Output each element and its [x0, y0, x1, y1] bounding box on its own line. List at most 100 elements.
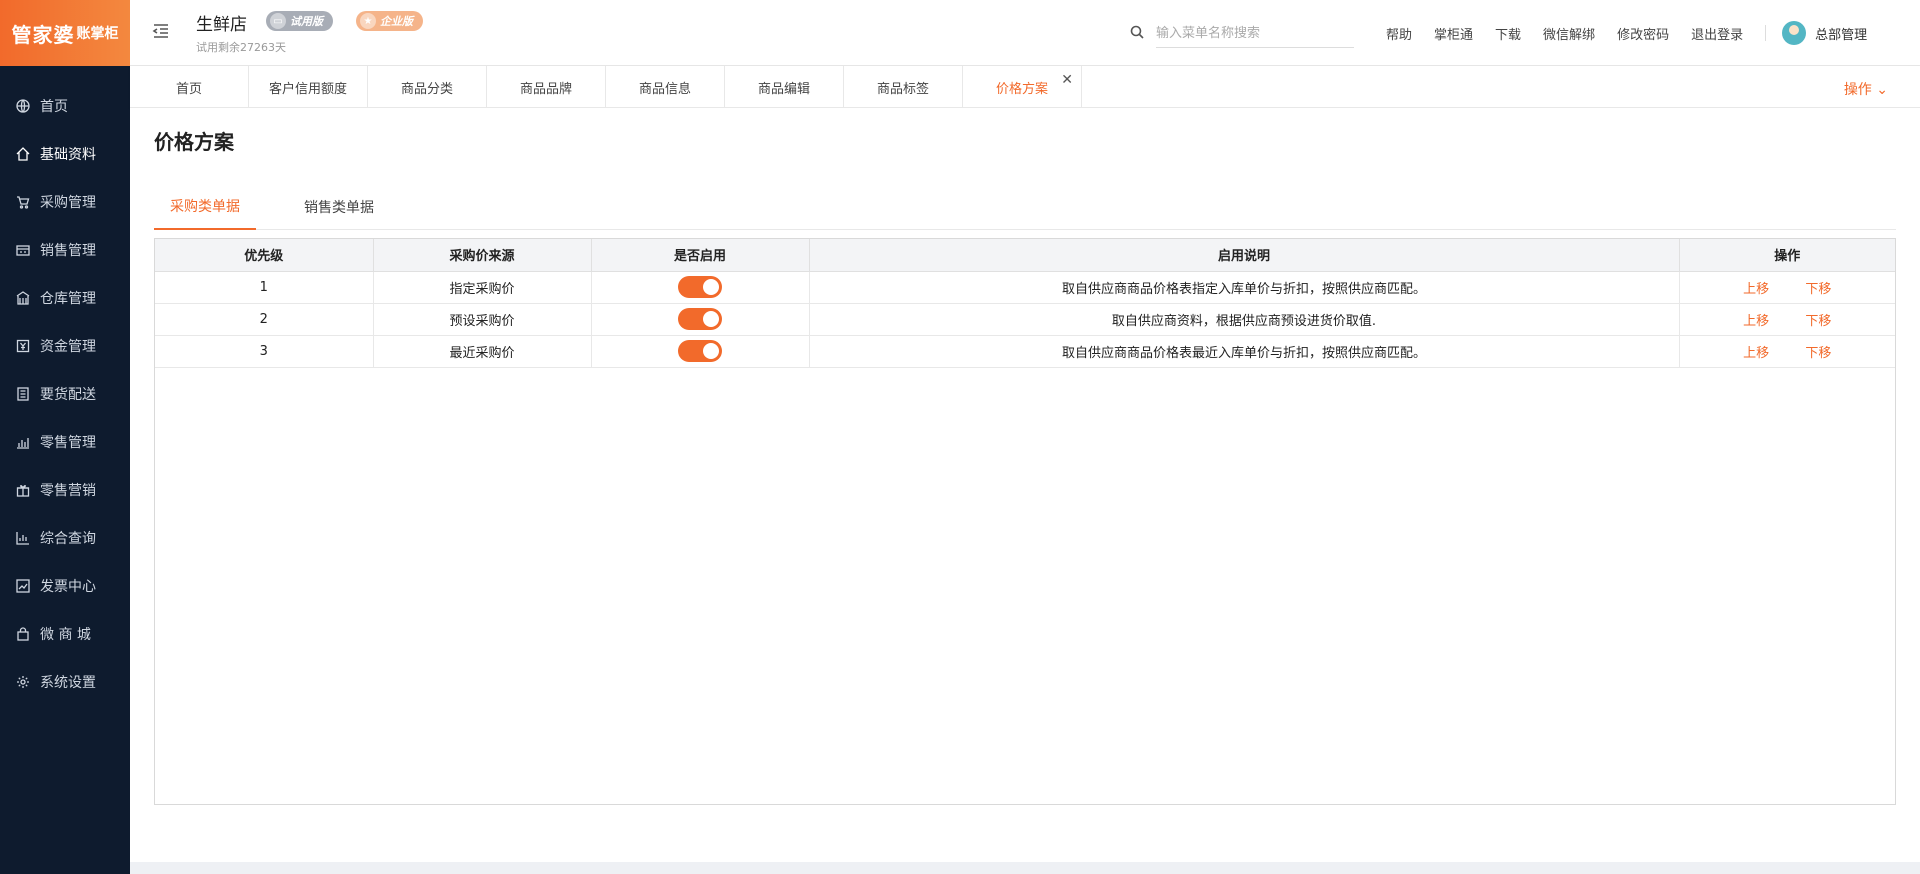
sidebar-item-home[interactable]: 首页: [0, 82, 130, 130]
sidebar-item-label: 零售管理: [40, 435, 96, 451]
move-up-button[interactable]: 上移: [1743, 314, 1769, 329]
tab-product-brand[interactable]: 商品品牌: [487, 66, 606, 108]
tab-product-label[interactable]: 商品标签: [844, 66, 963, 108]
tab-label: 商品信息: [638, 81, 691, 97]
move-down-button[interactable]: 下移: [1805, 282, 1831, 297]
sidebar-item-micro-mall[interactable]: 微 商 城: [0, 610, 130, 658]
footer-bar: [130, 862, 1920, 874]
enabled-cell: [591, 335, 810, 368]
column-header-source: 采购价来源: [373, 239, 592, 272]
close-icon[interactable]: ✕: [1061, 72, 1073, 88]
sidebar-item-basic-data[interactable]: 基础资料: [0, 130, 130, 178]
brand-logo[interactable]: 管家婆 账掌柜: [0, 0, 130, 66]
tab-product-info[interactable]: 商品信息: [606, 66, 725, 108]
sidebar-item-sales[interactable]: 销售管理: [0, 226, 130, 274]
description-cell: 取自供应商商品价格表最近入库单价与折扣，按照供应商匹配。: [809, 335, 1680, 368]
download-link[interactable]: 下载: [1495, 24, 1521, 43]
column-header-priority: 优先级: [155, 239, 374, 272]
enterprise-badge[interactable]: ★ 企业版: [356, 11, 423, 31]
search-icon: [1130, 25, 1146, 41]
gift-icon: [16, 483, 30, 497]
tab-price-scheme[interactable]: 价格方案 ✕: [963, 66, 1082, 108]
sidebar-item-finance[interactable]: 资金管理: [0, 322, 130, 370]
monitor-icon: ▭: [270, 13, 286, 29]
tab-label: 商品品牌: [519, 81, 572, 97]
source-cell: 指定采购价: [373, 271, 592, 304]
column-header-enabled: 是否启用: [591, 239, 810, 272]
tab-sales-documents[interactable]: 销售类单据: [288, 184, 390, 230]
tab-home[interactable]: 首页: [130, 66, 249, 108]
document-type-tabs: 采购类单据 销售类单据: [154, 184, 1896, 230]
tab-product-edit[interactable]: 商品编辑: [725, 66, 844, 108]
tab-purchase-documents[interactable]: 采购类单据: [154, 184, 256, 230]
help-link[interactable]: 帮助: [1386, 24, 1412, 43]
sidebar-item-retail[interactable]: 零售管理: [0, 418, 130, 466]
page-title: 价格方案: [154, 130, 234, 154]
move-down-button[interactable]: 下移: [1805, 346, 1831, 361]
logout-link[interactable]: 退出登录: [1691, 24, 1743, 43]
top-header: 生鲜店 试用剩余27263天 ▭ 试用版 ★ 企业版 帮助 掌柜通 下载 微信解…: [130, 0, 1920, 66]
actions-cell: 上移 下移: [1679, 271, 1895, 304]
sidebar-item-label: 采购管理: [40, 195, 96, 211]
sidebar-item-delivery[interactable]: 要货配送: [0, 370, 130, 418]
sidebar-item-purchase[interactable]: 采购管理: [0, 178, 130, 226]
avatar: [1782, 21, 1807, 45]
tab-customer-credit[interactable]: 客户信用额度: [249, 66, 368, 108]
tab-label: 商品标签: [876, 81, 929, 97]
sidebar-item-query[interactable]: 综合查询: [0, 514, 130, 562]
actions-cell: 上移 下移: [1679, 303, 1895, 336]
enabled-toggle[interactable]: [678, 276, 722, 298]
subtab-label: 采购类单据: [170, 199, 240, 215]
column-header-description: 启用说明: [809, 239, 1680, 272]
trial-badge[interactable]: ▭ 试用版: [266, 11, 333, 31]
enabled-cell: [591, 303, 810, 336]
move-down-button[interactable]: 下移: [1805, 314, 1831, 329]
document-icon: [16, 387, 30, 401]
enterprise-badge-label: 企业版: [380, 15, 413, 28]
wechat-unbind-link[interactable]: 微信解绑: [1543, 24, 1595, 43]
subtab-label: 销售类单据: [304, 200, 374, 216]
money-icon: [16, 339, 30, 353]
move-up-button[interactable]: 上移: [1743, 282, 1769, 297]
sidebar-item-retail-marketing[interactable]: 零售营销: [0, 466, 130, 514]
globe-icon: [16, 99, 30, 113]
change-password-link[interactable]: 修改密码: [1617, 24, 1669, 43]
sidebar-item-invoice[interactable]: 发票中心: [0, 562, 130, 610]
top-links: 帮助 掌柜通 下载 微信解绑 修改密码 退出登录 总部管理: [1386, 0, 1867, 66]
tab-operations-button[interactable]: 操作 ⌄: [1844, 79, 1888, 99]
enabled-toggle[interactable]: [678, 308, 722, 330]
sidebar-item-label: 销售管理: [40, 243, 96, 259]
toggle-knob: [703, 311, 719, 327]
zhangguitong-link[interactable]: 掌柜通: [1434, 24, 1473, 43]
logo-main-text: 管家婆: [11, 22, 75, 47]
bar-chart-icon: [16, 435, 30, 449]
sidebar-item-label: 微 商 城: [40, 627, 91, 643]
search-input[interactable]: [1156, 20, 1354, 48]
page-tabs: 首页 客户信用额度 商品分类 商品品牌 商品信息 商品编辑 商品标签 价格方案 …: [130, 66, 1920, 108]
source-cell: 最近采购价: [373, 335, 592, 368]
trend-icon: [16, 579, 30, 593]
bag-icon: [16, 627, 30, 641]
move-up-button[interactable]: 上移: [1743, 346, 1769, 361]
enabled-cell: [591, 271, 810, 304]
sidebar-item-settings[interactable]: 系统设置: [0, 658, 130, 706]
sidebar: 管家婆 账掌柜 首页 基础资料 采购管理 销售管理 仓库管理 资金管理 要货配送…: [0, 0, 130, 874]
sidebar-menu: 首页 基础资料 采购管理 销售管理 仓库管理 资金管理 要货配送 零售管理 零售…: [0, 66, 130, 706]
tab-label: 首页: [175, 81, 202, 97]
enabled-toggle[interactable]: [678, 340, 722, 362]
toggle-knob: [703, 343, 719, 359]
column-header-actions: 操作: [1679, 239, 1895, 272]
tab-label: 商品编辑: [757, 81, 810, 97]
menu-collapse-icon[interactable]: [152, 22, 170, 40]
logo-sub-text: 账掌柜: [76, 26, 119, 42]
user-menu[interactable]: 总部管理: [1782, 21, 1867, 45]
price-scheme-table: 优先级 采购价来源 是否启用 启用说明 操作 1 指定采购价 取自供应商商品价格…: [154, 238, 1896, 805]
table-row: 3 最近采购价 取自供应商商品价格表最近入库单价与折扣，按照供应商匹配。 上移 …: [155, 335, 1895, 368]
main-content: 价格方案 采购类单据 销售类单据 优先级 采购价来源 是否启用 启用说明 操作 …: [130, 108, 1920, 862]
tab-product-category[interactable]: 商品分类: [368, 66, 487, 108]
sidebar-item-label: 要货配送: [40, 387, 96, 403]
toggle-knob: [703, 279, 719, 295]
table-row: 2 预设采购价 取自供应商资料，根据供应商预设进货价取值. 上移 下移: [155, 303, 1895, 336]
sidebar-item-warehouse[interactable]: 仓库管理: [0, 274, 130, 322]
actions-cell: 上移 下移: [1679, 335, 1895, 368]
